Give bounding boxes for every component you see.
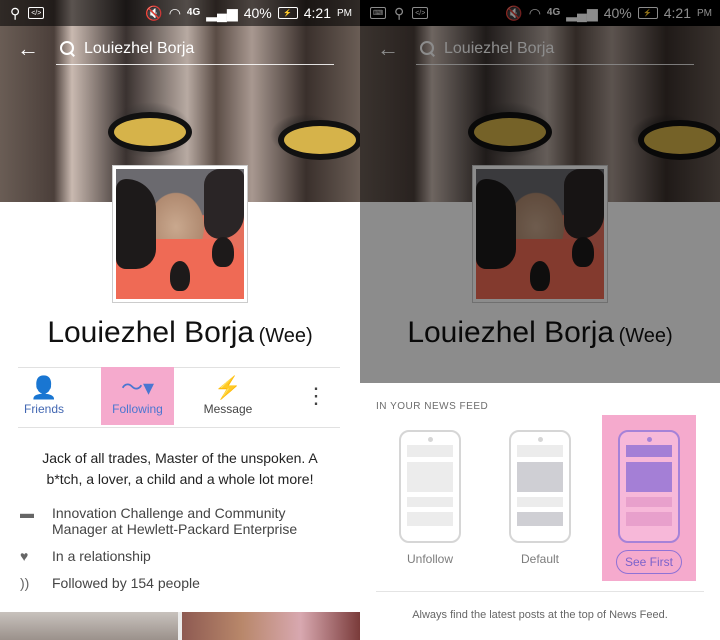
following-button[interactable]: 〜▾ Following	[101, 367, 174, 425]
clock: 4:21	[303, 5, 331, 21]
search-query: Louiezhel Borja	[84, 39, 195, 57]
friends-check-icon: 👤	[30, 375, 58, 400]
photo-thumbnail[interactable]	[182, 612, 360, 640]
profile-full-name: Louiezhel Borja	[47, 316, 255, 349]
friends-label: Friends	[23, 402, 64, 416]
default-option[interactable]: Default	[498, 415, 582, 581]
divider	[18, 427, 340, 428]
phone-see-first-icon	[618, 430, 680, 543]
signal-icon: ▂▄▆	[206, 5, 238, 21]
phone-unfollow-icon	[399, 430, 461, 543]
lte-icon: 4G	[186, 7, 201, 18]
battery-icon: ⚡	[277, 7, 298, 19]
friends-button[interactable]: 👤 Friends	[16, 367, 72, 425]
sheet-note: Always find the latest posts at the top …	[412, 609, 668, 621]
search-input[interactable]: Louiezhel Borja	[56, 33, 334, 65]
relationship-info: ♥ In a relationship	[20, 548, 340, 564]
sheet-title: IN YOUR NEWS FEED	[376, 401, 489, 412]
see-first-option[interactable]: See First	[602, 415, 696, 581]
wifi-icon: ◠	[168, 5, 181, 21]
news-feed-bottom-sheet: IN YOUR NEWS FEED Unfollow Default See F…	[360, 383, 720, 640]
default-label: Default	[520, 552, 560, 566]
batman-logo	[278, 120, 360, 160]
profile-picture[interactable]	[113, 166, 247, 302]
mute-icon: 🔇	[145, 5, 163, 21]
divider	[376, 591, 704, 592]
following-label: Following	[112, 402, 163, 416]
phone-default-icon	[509, 430, 571, 543]
work-text[interactable]: Innovation Challenge and Community Manag…	[52, 505, 312, 537]
profile-actions: 👤 Friends 〜▾ Following ⚡ Message ⋮	[0, 367, 360, 425]
photo-thumbnail[interactable]	[0, 612, 178, 640]
code-icon: </>	[28, 7, 45, 19]
heart-icon: ♥	[20, 548, 29, 564]
messenger-icon: ⚡	[214, 375, 242, 400]
work-info: ▬ Innovation Challenge and Community Man…	[20, 505, 340, 537]
profile-bio: Jack of all trades, Master of the unspok…	[42, 450, 318, 487]
more-options-icon[interactable]: ⋮	[302, 367, 330, 425]
back-arrow-icon[interactable]: ←	[0, 36, 56, 62]
message-button[interactable]: ⚡ Message	[198, 367, 258, 425]
briefcase-icon: ▬	[20, 505, 34, 521]
profile-name: Louiezhel Borja (Wee)	[0, 316, 360, 350]
modal-backdrop[interactable]	[360, 0, 720, 383]
message-label: Message	[203, 402, 253, 416]
followers-text[interactable]: Followed by 154 people	[52, 575, 200, 591]
profile-nickname: (Wee)	[258, 325, 313, 347]
battery-percent: 40%	[243, 5, 272, 21]
unfollow-label: Unfollow	[406, 552, 454, 566]
followers-info: )) Followed by 154 people	[20, 575, 340, 591]
batman-logo	[108, 112, 192, 152]
search-bar: ← Louiezhel Borja	[0, 26, 360, 72]
clock-ampm: PM	[337, 7, 352, 19]
profile-screen: ⚲ </> 🔇 ◠ 4G ▂▄▆ 40% ⚡ 4:21 PM ← Louiezh…	[0, 0, 360, 640]
usb-icon: ⚲	[10, 5, 21, 21]
search-icon	[60, 40, 76, 57]
unfollow-option[interactable]: Unfollow	[388, 415, 472, 581]
rss-icon: ))	[20, 575, 30, 591]
relationship-text: In a relationship	[52, 548, 151, 564]
news-feed-options-screen: ⌨ ⚲ </> 🔇 ◠ 4G ▂▄▆ 40% ⚡ 4:21 PM ← Louie…	[360, 0, 720, 640]
rss-dropdown-icon: 〜▾	[120, 375, 155, 400]
see-first-button[interactable]: See First	[615, 550, 682, 574]
status-bar: ⚲ </> 🔇 ◠ 4G ▂▄▆ 40% ⚡ 4:21 PM	[0, 0, 360, 26]
